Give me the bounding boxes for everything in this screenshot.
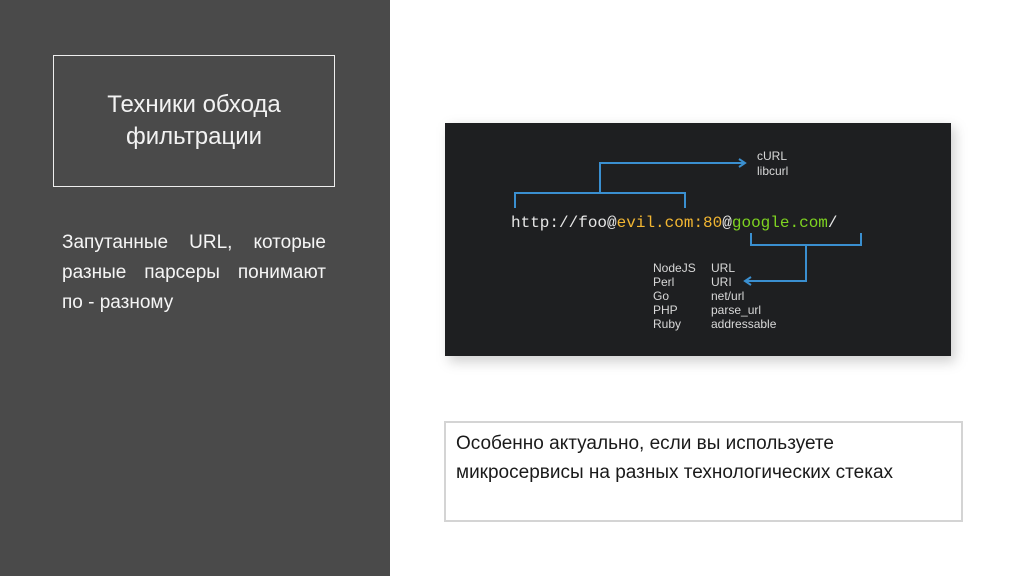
url-at-1: @	[607, 214, 617, 232]
url-google-host: google.com	[732, 214, 828, 232]
libcurl-label: libcurl	[757, 164, 788, 178]
left-text: Запутанные URL, которые разные парсеры п…	[62, 232, 326, 313]
curl-bracket	[514, 158, 747, 208]
note-box: Особенно актуально, если вы используете …	[444, 421, 963, 522]
parser-lang: Ruby	[653, 317, 681, 331]
slide-title: Техники обхода фильтрации	[53, 55, 335, 187]
url-at-2: @	[722, 214, 732, 232]
url-user: foo	[578, 214, 607, 232]
url-slash: /	[828, 214, 838, 232]
url-line: http://foo@evil.com:80@google.com/	[511, 214, 838, 232]
left-panel: Техники обхода фильтрации Запутанные URL…	[0, 0, 390, 576]
parser-lib: addressable	[711, 317, 777, 331]
parser-lib: URI	[711, 275, 732, 289]
curl-label: cURL	[757, 149, 787, 163]
parser-lib: parse_url	[711, 303, 761, 317]
parser-lib: net/url	[711, 289, 744, 303]
parser-lang: Go	[653, 289, 669, 303]
parser-lang: Perl	[653, 275, 674, 289]
code-image: cURL libcurl http://foo@evil.com:80@goog…	[445, 123, 951, 356]
parsers-bracket	[743, 233, 862, 286]
parser-lib: URL	[711, 261, 735, 275]
url-parsing-diagram: cURL libcurl http://foo@evil.com:80@goog…	[511, 149, 862, 331]
parser-lang: NodeJS	[653, 261, 696, 275]
url-scheme: http://	[511, 214, 578, 232]
parser-lang: PHP	[653, 303, 678, 317]
parsers-list: NodeJS URL Perl URI Go net/url PHP parse…	[653, 261, 777, 331]
url-evil-host: evil.com:80	[617, 214, 723, 232]
